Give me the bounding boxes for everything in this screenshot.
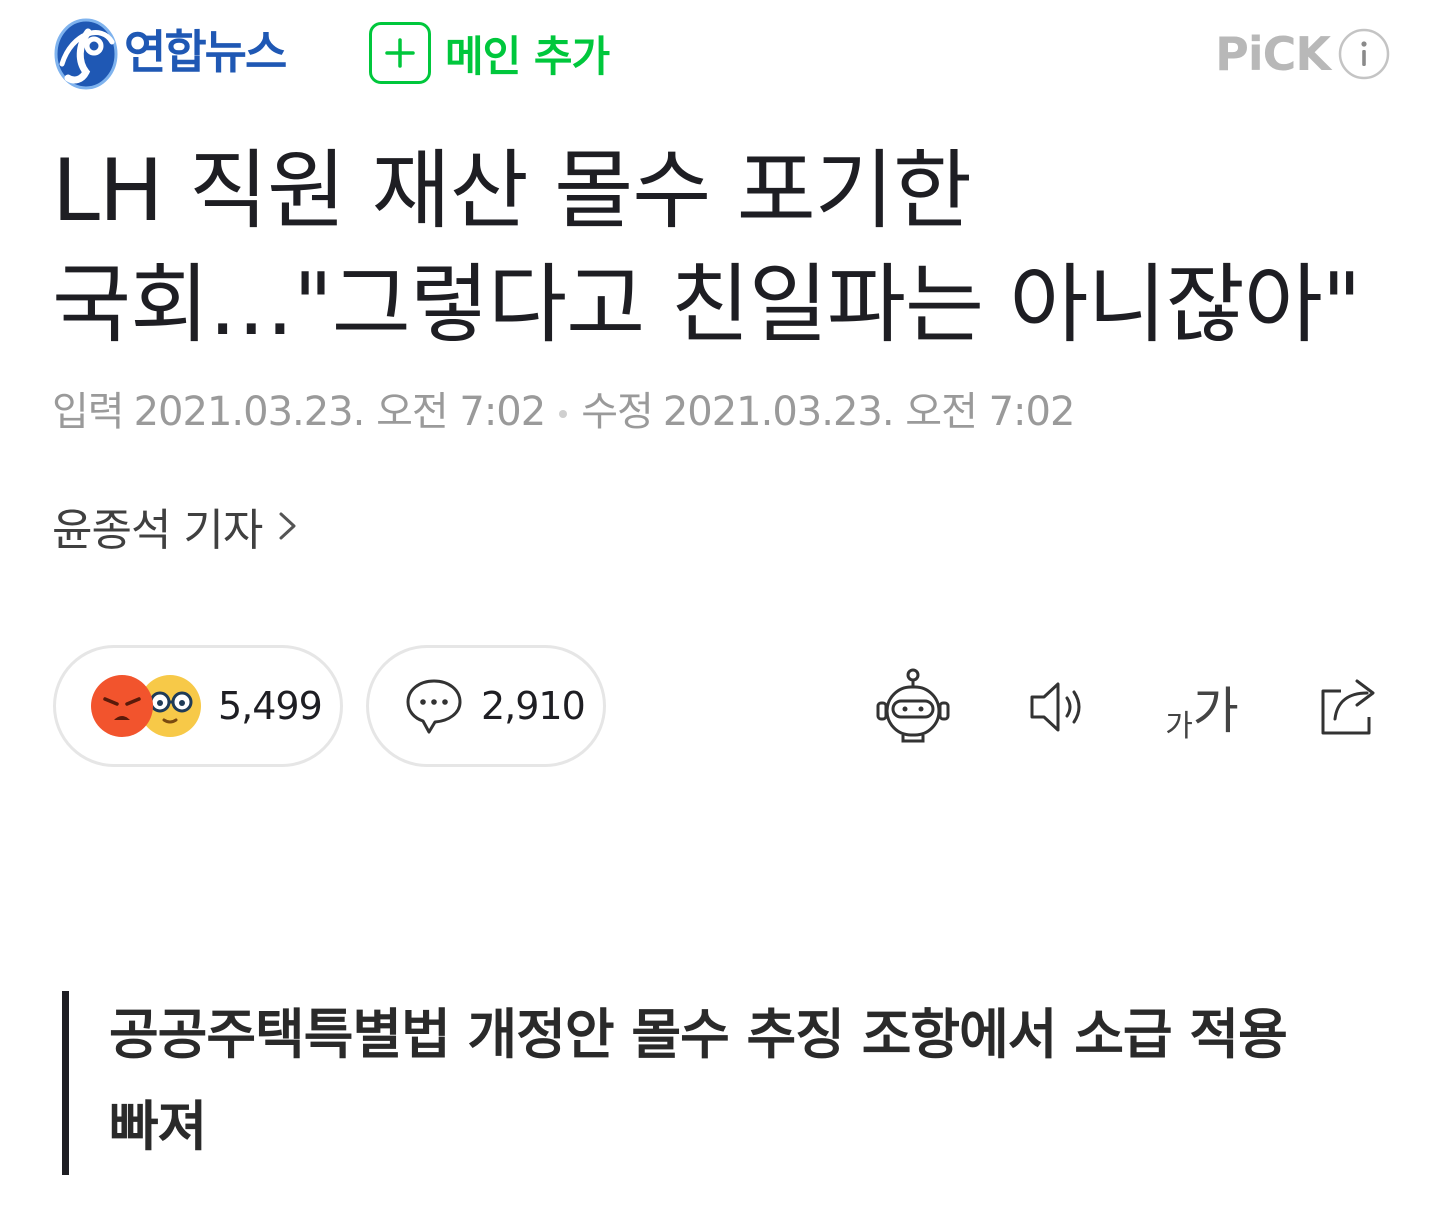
press-brand-link[interactable]: 연합뉴스 xyxy=(52,12,287,92)
angry-face-icon xyxy=(91,675,153,737)
yonhap-logo-icon xyxy=(54,18,118,90)
add-to-main-label: 메인 추가 xyxy=(445,31,610,81)
press-name: 연합뉴스 xyxy=(124,25,287,79)
press-header: 연합뉴스 메인 추가 PiCK xyxy=(52,8,1392,96)
subheading-text: 공공주택특별법 개정안 몰수 추징 조항에서 소급 적용 빠져 xyxy=(109,1003,1288,1158)
info-icon[interactable] xyxy=(1336,26,1392,82)
input-datetime: 2021.03.23. 오전 7:02 xyxy=(133,389,547,435)
modified-label: 수정 xyxy=(581,389,654,435)
font-size-button[interactable]: 가가 xyxy=(1156,664,1248,750)
robot-icon xyxy=(876,668,950,743)
speaker-icon xyxy=(1030,682,1081,732)
comment-count: 2,910 xyxy=(481,684,586,728)
font-size-large-glyph: 가 xyxy=(1192,682,1239,740)
font-size-icon: 가가 xyxy=(1165,671,1239,744)
pick-label: PiCK xyxy=(1215,27,1331,81)
font-size-small-glyph: 가 xyxy=(1165,709,1193,744)
reaction-count: 5,499 xyxy=(218,684,323,728)
reaction-button[interactable]: 5,499 xyxy=(53,645,343,767)
text-to-speech-button[interactable] xyxy=(1014,664,1100,750)
modified-datetime: 2021.03.23. 오전 7:02 xyxy=(662,389,1076,435)
summary-bot-button[interactable] xyxy=(870,664,956,750)
share-button[interactable] xyxy=(1306,664,1392,750)
reporter-link[interactable]: 윤종석 기자 xyxy=(52,494,300,558)
plus-icon xyxy=(369,22,431,84)
article-headline: LH 직원 재산 몰수 포기한 국회…"그렇다고 친일파는 아니잖아" xyxy=(52,141,1361,355)
speech-bubble-icon xyxy=(406,679,462,734)
input-label: 입력 xyxy=(52,389,125,435)
share-icon xyxy=(1321,679,1375,735)
reaction-emojis xyxy=(90,674,202,738)
reporter-name: 윤종석 기자 xyxy=(52,505,263,556)
comment-button[interactable]: 2,910 xyxy=(366,645,606,767)
pick-area: PiCK xyxy=(1215,26,1392,82)
separator-dot xyxy=(559,410,568,418)
article-dateline: 입력 2021.03.23. 오전 7:02 수정 2021.03.23. 오전 7:… xyxy=(52,384,1076,440)
add-to-main-button[interactable]: 메인 추가 xyxy=(369,22,610,84)
chevron-right-icon xyxy=(279,512,296,540)
article-subheading: 공공주택특별법 개정안 몰수 추징 조항에서 소급 적용 빠져 xyxy=(62,991,1322,1175)
